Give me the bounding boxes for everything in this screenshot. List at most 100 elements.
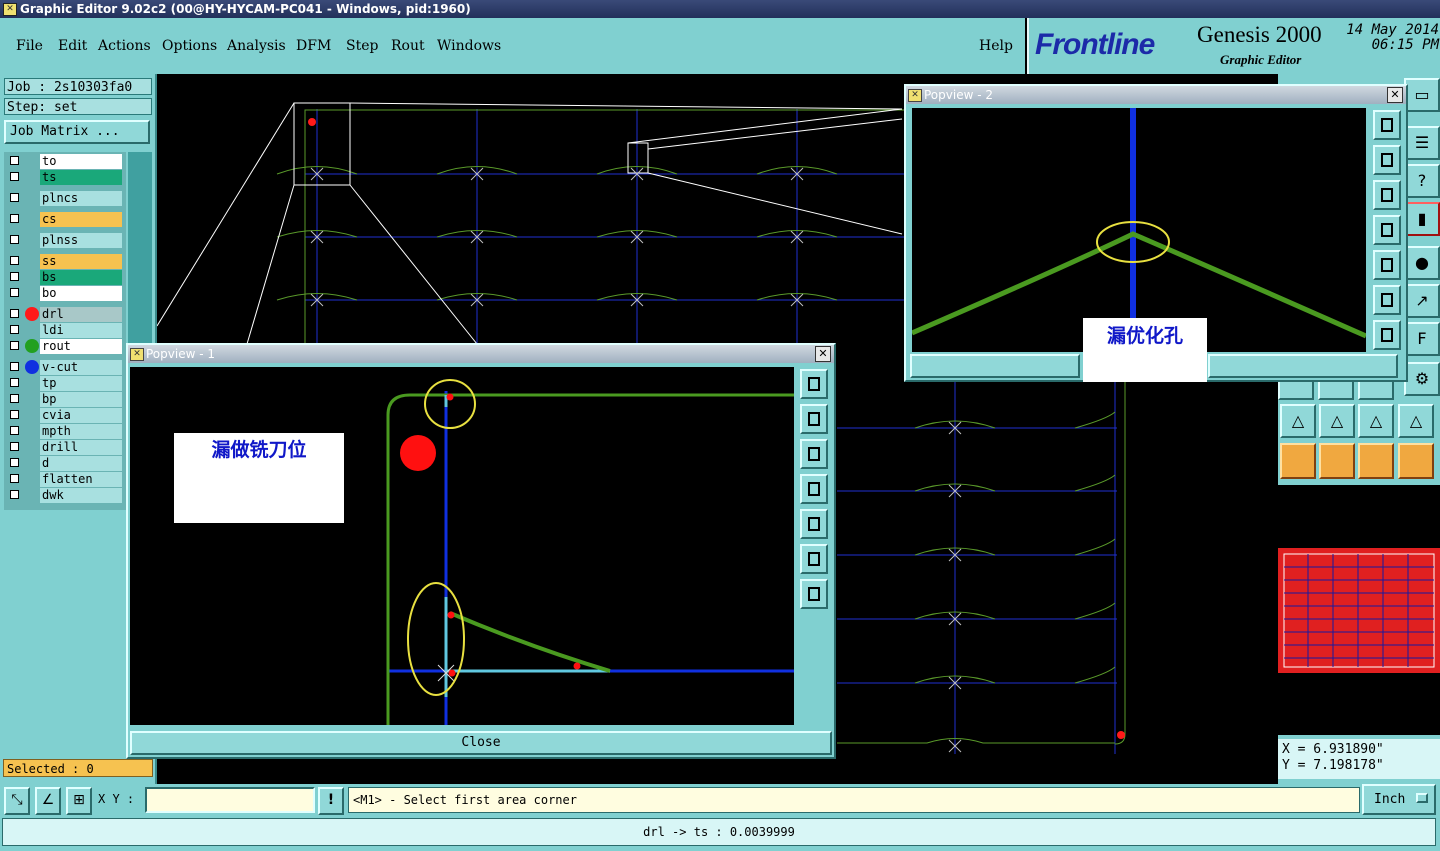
zoom-tool-icon[interactable] xyxy=(800,544,828,574)
tool-button[interactable]: ☰ xyxy=(1404,126,1440,160)
layer-row[interactable]: v-cut xyxy=(4,360,126,375)
layer-checkbox[interactable] xyxy=(10,309,19,318)
zoom-tool-icon[interactable] xyxy=(1373,285,1401,315)
layer-checkbox[interactable] xyxy=(10,325,19,334)
layer-row[interactable]: d xyxy=(4,456,126,471)
select-arrow-icon[interactable] xyxy=(1280,443,1316,479)
popview-2-canvas[interactable] xyxy=(912,108,1366,352)
layer-checkbox[interactable] xyxy=(10,426,19,435)
area-tool-icon[interactable]: △ xyxy=(1319,404,1355,438)
area-tool-icon[interactable]: △ xyxy=(1398,404,1434,438)
menu-step[interactable]: Step xyxy=(346,38,378,54)
menu-options[interactable]: Options xyxy=(162,38,217,54)
layer-row[interactable]: dwk xyxy=(4,488,126,503)
menu-analysis[interactable]: Analysis xyxy=(227,38,286,54)
pan-tool-icon[interactable] xyxy=(1373,320,1401,350)
layer-checkbox[interactable] xyxy=(10,156,19,165)
menu-windows[interactable]: Windows xyxy=(437,38,501,54)
layer-row[interactable]: plnss xyxy=(4,233,126,248)
select-net-icon[interactable] xyxy=(1398,443,1434,479)
xy-input[interactable] xyxy=(145,787,315,813)
layer-row[interactable]: mpth xyxy=(4,424,126,439)
zoom-tool-icon[interactable] xyxy=(800,509,828,539)
menu-actions[interactable]: Actions xyxy=(98,38,151,54)
overview-minimap[interactable] xyxy=(1278,485,1440,735)
zoom-tool-icon[interactable] xyxy=(800,474,828,504)
layer-row[interactable]: plncs xyxy=(4,191,126,206)
zoom-tool-icon[interactable] xyxy=(1373,110,1401,140)
snap-tool-icon[interactable]: ⤡ xyxy=(4,787,30,815)
layer-checkbox[interactable] xyxy=(10,394,19,403)
popview-1-close-button[interactable]: Close xyxy=(130,731,832,755)
layer-checkbox[interactable] xyxy=(10,214,19,223)
layer-checkbox[interactable] xyxy=(10,235,19,244)
help-tool-icon[interactable]: ? xyxy=(1404,164,1440,198)
popview-1-canvas[interactable] xyxy=(130,367,794,725)
zoom-tool-icon[interactable] xyxy=(1373,180,1401,210)
tool-button[interactable]: ▮ xyxy=(1404,202,1440,236)
menu-help[interactable]: Help xyxy=(979,38,1013,54)
grid-tool-icon[interactable]: ⊞ xyxy=(66,787,92,815)
area-tool-icon[interactable]: △ xyxy=(1358,404,1394,438)
zoom-tool-icon[interactable] xyxy=(800,369,828,399)
pan-tool-icon[interactable] xyxy=(800,579,828,609)
zoom-tool-icon[interactable] xyxy=(1373,145,1401,175)
tool-button[interactable]: ↗ xyxy=(1404,284,1440,318)
tool-button[interactable] xyxy=(1278,380,1314,400)
tool-button[interactable]: ▭ xyxy=(1404,78,1440,112)
layer-checkbox[interactable] xyxy=(10,341,19,350)
zoom-tool-icon[interactable] xyxy=(1373,215,1401,245)
layer-row[interactable]: drill xyxy=(4,440,126,455)
layer-checkbox[interactable] xyxy=(10,378,19,387)
menu-dfm[interactable]: DFM xyxy=(296,38,331,54)
layer-checkbox[interactable] xyxy=(10,410,19,419)
close-icon[interactable]: ✕ xyxy=(815,346,831,362)
layer-row[interactable]: drl xyxy=(4,307,126,322)
layer-row[interactable]: rout xyxy=(4,339,126,354)
pad-tool-icon[interactable]: ● xyxy=(1404,246,1440,280)
layer-row[interactable]: flatten xyxy=(4,472,126,487)
close-icon[interactable]: ✕ xyxy=(1387,87,1403,103)
alert-icon[interactable]: ! xyxy=(318,787,344,815)
menu-rout[interactable]: Rout xyxy=(391,38,425,54)
zoom-tool-icon[interactable] xyxy=(800,404,828,434)
layer-row[interactable]: ldi xyxy=(4,323,126,338)
layer-row[interactable]: to xyxy=(4,154,126,169)
layer-checkbox[interactable] xyxy=(10,256,19,265)
area-tool-icon[interactable]: △ xyxy=(1280,404,1316,438)
menu-file[interactable]: File xyxy=(16,38,43,54)
layer-row[interactable]: cs xyxy=(4,212,126,227)
layer-checkbox[interactable] xyxy=(10,172,19,181)
zoom-tool-icon[interactable] xyxy=(800,439,828,469)
layer-checkbox[interactable] xyxy=(10,362,19,371)
tool-button[interactable] xyxy=(1318,380,1354,400)
layer-checkbox[interactable] xyxy=(10,490,19,499)
layer-name: d xyxy=(40,456,122,471)
select-arrow-icon[interactable] xyxy=(1319,443,1355,479)
angle-tool-icon[interactable]: ∠ xyxy=(35,787,61,815)
popview-2-close-bar[interactable] xyxy=(1208,354,1398,378)
layer-row[interactable]: ss xyxy=(4,254,126,269)
select-arrow-icon[interactable] xyxy=(1358,443,1394,479)
layer-row[interactable]: cvia xyxy=(4,408,126,423)
layer-row[interactable]: ts xyxy=(4,170,126,185)
job-matrix-button[interactable]: Job Matrix ... xyxy=(4,120,150,144)
layer-checkbox[interactable] xyxy=(10,458,19,467)
tool-button[interactable]: F xyxy=(1404,322,1440,356)
layer-row[interactable]: tp xyxy=(4,376,126,391)
layer-name: to xyxy=(40,154,122,169)
tool-button[interactable] xyxy=(1358,380,1394,400)
layer-checkbox[interactable] xyxy=(10,442,19,451)
layer-checkbox[interactable] xyxy=(10,288,19,297)
layer-checkbox[interactable] xyxy=(10,193,19,202)
layer-checkbox[interactable] xyxy=(10,272,19,281)
zoom-tool-icon[interactable] xyxy=(1373,250,1401,280)
tool-button[interactable]: ⚙ xyxy=(1404,362,1440,396)
menu-edit[interactable]: Edit xyxy=(58,38,87,54)
layer-row[interactable]: bs xyxy=(4,270,126,285)
layer-checkbox[interactable] xyxy=(10,474,19,483)
units-dropdown[interactable]: Inch xyxy=(1362,784,1436,815)
layer-row[interactable]: bp xyxy=(4,392,126,407)
layer-row[interactable]: bo xyxy=(4,286,126,301)
popview-2-close-bar[interactable] xyxy=(910,354,1080,378)
